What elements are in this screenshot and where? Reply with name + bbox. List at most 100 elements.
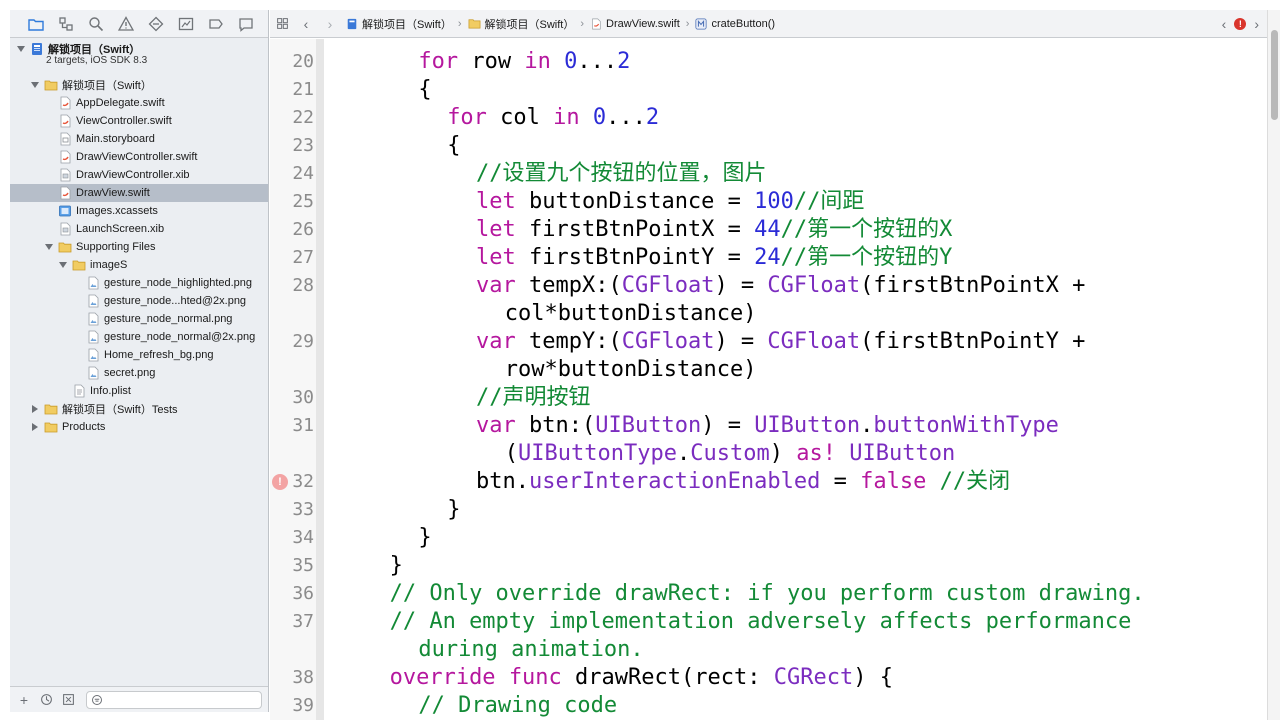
disclosure-open-icon[interactable] <box>16 44 26 54</box>
code-line[interactable]: { <box>418 76 431 104</box>
tree-item[interactable]: 解锁项目（Swift）Tests <box>10 400 268 418</box>
code-line[interactable]: for col in 0...2 <box>447 104 659 132</box>
crumb-project[interactable]: 解锁项目（Swift） <box>346 16 452 32</box>
line-number: 28 <box>292 275 314 296</box>
code-line[interactable]: col*buttonDistance) <box>505 300 757 328</box>
forward-chevron-icon[interactable]: › <box>318 10 342 38</box>
code-line[interactable]: var btn:(UIButton) = UIButton.buttonWith… <box>476 412 1059 440</box>
scm-filter-icon[interactable] <box>60 692 76 708</box>
code-line[interactable]: } <box>390 552 403 580</box>
tree-item[interactable]: ViewController.swift <box>10 112 268 130</box>
search-icon[interactable] <box>86 14 105 33</box>
code-token: // Drawing code <box>418 693 618 718</box>
code-line[interactable]: var tempY:(CGFloat) = CGFloat(firstBtnPo… <box>476 328 1085 356</box>
symbol-navigator-icon[interactable] <box>56 14 75 33</box>
code-line[interactable]: } <box>447 496 460 524</box>
tree-item-label: gesture_node_normal@2x.png <box>104 331 256 343</box>
code-line[interactable]: btn.userInteractionEnabled = false //关闭 <box>476 468 1010 496</box>
tree-item[interactable]: DrawView.swift <box>10 184 268 202</box>
tree-item[interactable]: AppDelegate.swift <box>10 94 268 112</box>
debug-gauge-icon[interactable] <box>176 14 195 33</box>
code-token: (firstBtnPointX + <box>860 273 1086 298</box>
swift-file-icon <box>58 114 72 128</box>
code-line[interactable]: (UIButtonType.Custom) as! UIButton <box>505 440 955 468</box>
tree-item[interactable]: DrawViewController.swift <box>10 148 268 166</box>
tree-item[interactable]: 解锁项目（Swift） <box>10 76 268 94</box>
source-editor[interactable]: 20 21 22 23 24 25 26 27 28 29 30 31 32! 33 34 35 36 37 38 3… <box>270 39 1267 720</box>
tree-item[interactable]: Images.xcassets <box>10 202 268 220</box>
disclosure-open-icon[interactable] <box>30 80 40 90</box>
crumb-method[interactable]: crateButton() <box>695 18 775 30</box>
code-line[interactable]: during animation. <box>418 636 643 664</box>
code-token: } <box>418 525 432 550</box>
code-line[interactable]: let firstBtnPointX = 44//第一个按钮的X <box>476 216 952 244</box>
filter-input[interactable] <box>86 690 262 709</box>
code-line[interactable]: let firstBtnPointY = 24//第一个按钮的Y <box>476 244 952 272</box>
tree-item[interactable]: gesture_node_normal.png <box>10 310 268 328</box>
scroll-thumb[interactable] <box>1271 30 1278 120</box>
crumb-file[interactable]: DrawView.swift <box>590 18 680 30</box>
tree-item[interactable]: secret.png <box>10 364 268 382</box>
tree-item[interactable]: LaunchScreen.xib <box>10 220 268 238</box>
tree-item[interactable]: Products <box>10 418 268 436</box>
error-marker-icon[interactable]: ! <box>272 474 288 490</box>
tree-item[interactable]: Home_refresh_bg.png <box>10 346 268 364</box>
warning-icon[interactable] <box>116 14 135 33</box>
report-icon[interactable] <box>236 14 255 33</box>
editor-scrollbar[interactable] <box>1267 10 1280 720</box>
back-chevron-icon[interactable]: ‹ <box>294 10 318 38</box>
code-token: override <box>389 665 496 690</box>
code-token: Custom <box>690 441 770 466</box>
disclosure-open-icon[interactable] <box>44 242 54 252</box>
code-token: //设置九个按钮的位置，图片 <box>476 161 767 186</box>
tree-item[interactable]: imageS <box>10 256 268 274</box>
code-token: UIButtonType <box>518 441 677 466</box>
error-badge-icon[interactable]: ! <box>1234 17 1247 30</box>
image-file-icon <box>86 312 100 326</box>
tree-item-label: 解锁项目（Swift） <box>62 80 152 92</box>
code-line[interactable]: // Only override drawRect: if you perfor… <box>390 580 1145 608</box>
folder-navigator-icon[interactable] <box>26 14 45 33</box>
tree-item[interactable]: Info.plist <box>10 382 268 400</box>
tree-item[interactable]: Supporting Files <box>10 238 268 256</box>
code-line[interactable]: } <box>418 524 431 552</box>
tree-item[interactable]: gesture_node_normal@2x.png <box>10 328 268 346</box>
previous-issue-chevron-icon[interactable]: ‹ <box>1222 16 1227 32</box>
related-items-icon[interactable] <box>270 10 294 38</box>
code-line[interactable]: //设置九个按钮的位置，图片 <box>476 160 767 188</box>
code-token: let <box>476 189 516 214</box>
add-icon[interactable]: + <box>16 692 32 708</box>
code-line[interactable]: //声明按钮 <box>476 384 591 412</box>
tree-item-label: gesture_node_normal.png <box>104 313 233 325</box>
code-line[interactable]: // An empty implementation adversely aff… <box>390 608 1132 636</box>
code-line[interactable]: // Drawing code <box>418 692 617 720</box>
code-token: let <box>476 217 516 242</box>
disclosure-closed-icon[interactable] <box>30 422 40 432</box>
code-line[interactable]: { <box>447 132 460 160</box>
disclosure-open-icon[interactable] <box>58 260 68 270</box>
code-line[interactable]: override func drawRect(rect: CGRect) { <box>390 664 893 692</box>
code-token: } <box>389 553 403 578</box>
code-token: 24 <box>754 245 781 270</box>
code-line[interactable]: let buttonDistance = 100//间距 <box>476 188 864 216</box>
recent-files-icon[interactable] <box>38 692 54 708</box>
disclosure-closed-icon[interactable] <box>30 404 40 414</box>
tree-item[interactable]: gesture_node_highlighted.png <box>10 274 268 292</box>
next-issue-chevron-icon[interactable]: › <box>1254 16 1259 32</box>
test-diamond-icon[interactable] <box>146 14 165 33</box>
code-line[interactable]: for row in 0...2 <box>418 48 630 76</box>
crumb-group[interactable]: 解锁项目（Swift） <box>468 16 574 32</box>
line-number: 30 <box>292 387 314 408</box>
breakpoint-icon[interactable] <box>206 14 225 33</box>
code-token: col <box>486 105 554 130</box>
code-line[interactable]: var tempX:(CGFloat) = CGFloat(firstBtnPo… <box>476 272 1085 300</box>
code-line[interactable]: row*buttonDistance) <box>505 356 757 384</box>
tree-item[interactable]: DrawViewController.xib <box>10 166 268 184</box>
folder-icon <box>44 78 58 92</box>
tree-item[interactable]: Main.storyboard <box>10 130 268 148</box>
tree-item[interactable]: gesture_node...hted@2x.png <box>10 292 268 310</box>
line-number: 20 <box>292 51 314 72</box>
